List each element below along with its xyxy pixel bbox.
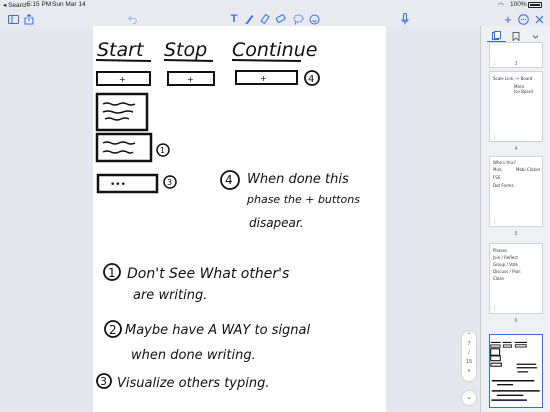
undo-icon[interactable] [126,12,140,26]
add-icon[interactable]: + [502,12,514,26]
wifi-icon: ◠ [498,2,504,9]
thumbnail-text: Group / Vote [493,262,518,267]
scrub-down-icon[interactable]: v [462,367,476,376]
thumbnail-more-icon[interactable]: ⋮ [492,134,497,140]
sidebar-tabs [487,30,545,42]
page-number: 4 [514,146,518,152]
thumbnail-text: Join / Reflect [493,255,518,260]
scrub-up-icon[interactable]: ^ [462,331,476,340]
back-to-search-link[interactable]: ◂ Search [3,1,29,9]
thumbnail-sidebar: ⋮ 3 Scale Link -> Board Mora Ice Board ⋮… [480,26,550,412]
note4-line1: When done this [247,172,349,187]
item2-num: 2 [109,323,117,337]
share-icon[interactable] [22,12,36,26]
highlighter-icon[interactable] [259,12,271,26]
tab-thumbnails[interactable] [487,30,507,42]
heading-stop: Stop [164,39,207,61]
thumbnail-text: Miro [493,167,502,172]
eraser-icon[interactable] [275,12,287,26]
thumbnail-text: FSS [493,175,501,180]
scroll-to-bottom-icon[interactable]: ⌄ [461,390,477,406]
thumbnail-text: Discuss / Plan [493,269,521,274]
note4-line2: phase the + buttons [246,193,360,206]
stop-plus: + [187,75,194,84]
marker-1: 1 [160,146,165,155]
note4-line3: disapear. [249,216,304,230]
sidebar-icon[interactable] [6,12,20,26]
note-page[interactable]: Start Stop Continue + + + 4 1 ••• 3 4 Wh… [93,26,386,412]
thumbnail-text: Dot Forms [493,183,514,188]
lasso-icon[interactable] [292,12,304,26]
battery-icon [528,2,542,8]
handwriting-layer: Start Stop Continue + + + 4 1 ••• 3 4 Wh… [95,39,360,391]
note4-marker: 4 [225,173,233,187]
item2-line1: Maybe have A WAY to signal [125,323,311,338]
scrub-page-total: 15 [465,359,473,365]
thumbnail-preview [490,341,540,401]
more-icon[interactable] [517,12,529,26]
heading-continue: Continue [232,39,317,61]
page-number: 3 [514,61,518,67]
chevron-down-icon [532,34,539,39]
page-scrubber[interactable]: ^ 7 / 15 v [461,330,477,382]
page-number: 5 [514,231,518,237]
page-thumbnail-current[interactable] [489,334,543,408]
thumbnail-more-icon[interactable]: ⋮ [492,306,497,312]
marker-4-top: 4 [308,74,314,85]
date: Sun Mar 14 [52,1,86,8]
text-tool-icon[interactable]: T [228,12,240,26]
page-thumbnail[interactable]: Phases Join / Reflect Group / Vote Discu… [489,243,543,314]
sticker-icon[interactable] [308,12,320,26]
thumbnail-text: Phases [493,248,508,253]
thumbnail-text: Ice Board [514,89,533,94]
continue-plus: + [260,74,267,83]
scrub-separator: / [468,350,470,356]
typing-dots: ••• [110,180,126,190]
item1-num: 1 [108,266,116,280]
item1-line1: Don't See What other's [127,266,289,282]
thumbnail-text: Close [493,276,504,281]
heading-start: Start [97,39,145,61]
start-plus: + [119,75,126,84]
item2-line2: when done writing. [131,348,256,363]
marker-3: 3 [167,178,172,187]
status-bar: ◂ Search 5:15 PM Sun Mar 14 ◠ 100% [0,0,550,10]
clock: 5:15 PM [27,1,52,8]
battery-percent: 100% [510,1,527,8]
page-thumbnail[interactable]: Who's this? Miro Mobi Clicker FSS Dot Fo… [489,156,543,227]
thumbnail-text: Scale Link -> Board [493,76,533,81]
microphone-icon[interactable] [399,12,411,26]
item1-line2: are writing. [133,288,207,303]
thumbnails-icon [492,31,502,40]
thumbnail-more-icon[interactable]: ⋮ [492,219,497,225]
tab-bookmarks[interactable] [506,30,525,42]
tab-more[interactable] [526,30,545,42]
typing-card [96,173,159,194]
pen-icon[interactable] [243,12,255,26]
editing-card [95,132,153,163]
bookmark-icon [512,31,520,41]
page-number: 6 [514,318,518,324]
thumbnail-text: Who's this? [493,160,516,165]
close-icon[interactable] [533,12,545,26]
thumbnail-text: Mobi Clicker [516,167,541,172]
item3-line1: Visualize others typing. [117,376,269,391]
scrub-page-current: 7 [467,341,471,347]
page-thumbnail[interactable]: Scale Link -> Board Mora Ice Board ⋮ [489,71,543,142]
item3-num: 3 [100,375,107,388]
